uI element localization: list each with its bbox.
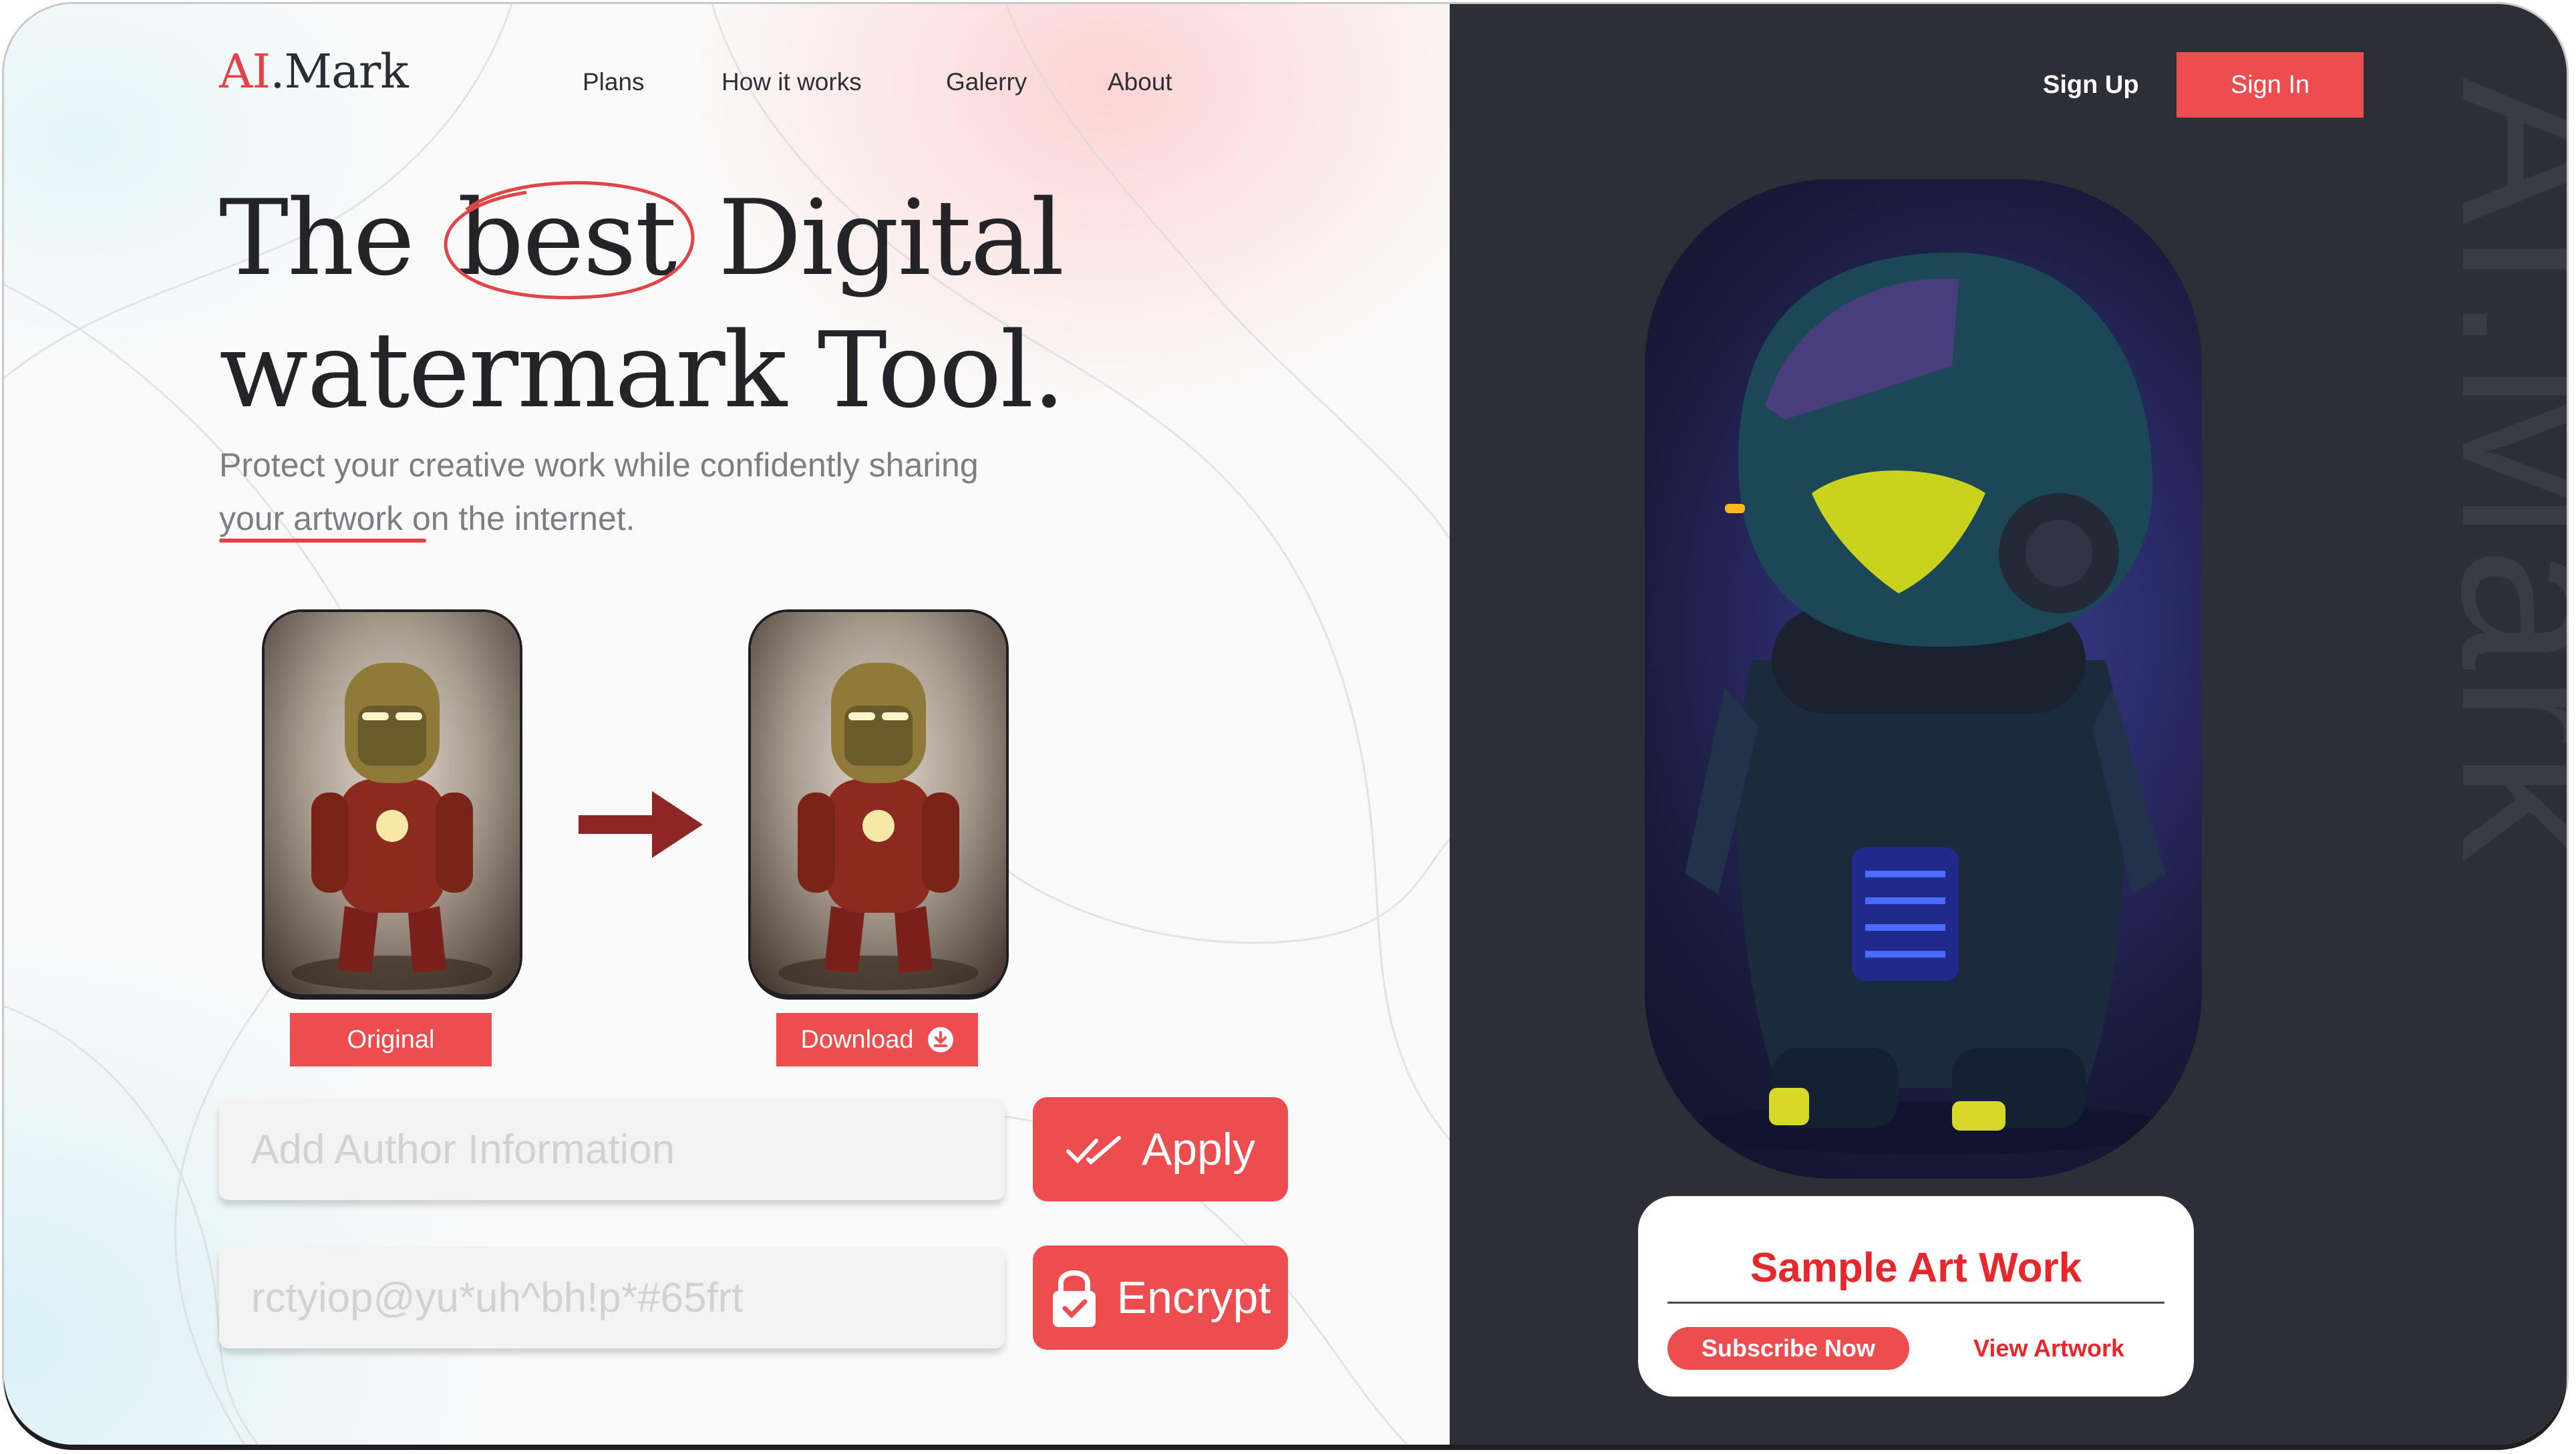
- subscribe-now-button[interactable]: Subscribe Now: [1667, 1327, 1909, 1370]
- hero-word-digital: Digital: [717, 177, 1064, 299]
- hero-word-the: The: [219, 177, 415, 299]
- encryption-key-input[interactable]: [219, 1247, 1005, 1348]
- hero-title-line1: The best Digital: [219, 177, 1064, 299]
- hero-title-line2: watermark Tool.: [219, 309, 1066, 431]
- hero-subtitle-line2: your artwork on the internet.: [219, 500, 635, 537]
- hero-subtitle-line1: Protect your creative work while confide…: [219, 446, 979, 484]
- original-label: Original: [290, 1013, 492, 1066]
- apply-label: Apply: [1141, 1124, 1256, 1175]
- logo[interactable]: AI.Mark: [219, 44, 409, 99]
- subscribe-label: Subscribe Now: [1701, 1334, 1876, 1362]
- sample-art-card: Sample Art Work Subscribe Now View Artwo…: [1638, 1196, 2194, 1397]
- download-circle-icon: [927, 1027, 953, 1052]
- logo-ai: AI: [219, 44, 271, 99]
- double-check-icon: [1066, 1136, 1121, 1165]
- sign-in-button[interactable]: Sign In: [2177, 52, 2364, 118]
- apply-button[interactable]: Apply: [1033, 1097, 1288, 1201]
- sample-artwork-image[interactable]: [1645, 179, 2202, 1179]
- subtitle-underline: [219, 539, 426, 543]
- hero-subtitle: Protect your creative work while confide…: [219, 438, 1088, 545]
- nav-about[interactable]: About: [1108, 68, 1172, 96]
- view-artwork-label: View Artwork: [1973, 1334, 2125, 1362]
- hero-word-best: best: [444, 181, 695, 299]
- nav-gallery[interactable]: Galerry: [946, 68, 1027, 96]
- lock-check-icon: [1052, 1270, 1096, 1327]
- view-artwork-link[interactable]: View Artwork: [1939, 1327, 2159, 1370]
- original-label-text: Original: [347, 1025, 435, 1054]
- arrow-right-icon: [579, 791, 703, 858]
- circle-highlight-icon: [444, 181, 695, 299]
- sign-in-label: Sign In: [2230, 70, 2310, 99]
- sample-title: Sample Art Work: [1750, 1245, 2082, 1291]
- encrypt-button[interactable]: Encrypt: [1033, 1246, 1288, 1350]
- sign-up-link[interactable]: Sign Up: [2043, 71, 2139, 100]
- app-window: AI.Mark Plans How it works Galerry About…: [4, 4, 2567, 1445]
- robot-figure-icon: [292, 663, 492, 990]
- sample-divider: [1667, 1302, 2164, 1304]
- download-button[interactable]: Download: [776, 1013, 978, 1066]
- download-label-text: Download: [800, 1025, 914, 1054]
- nav-plans[interactable]: Plans: [583, 68, 645, 96]
- robot-figure-icon: [778, 663, 979, 990]
- encrypt-label: Encrypt: [1116, 1272, 1271, 1323]
- vertical-watermark: AI.Mark: [2416, 78, 2567, 865]
- author-info-input[interactable]: [219, 1099, 1005, 1200]
- watermarked-image[interactable]: [751, 612, 1006, 994]
- logo-mark: .Mark: [270, 44, 409, 99]
- original-image[interactable]: [265, 612, 520, 994]
- nav-how-it-works[interactable]: How it works: [721, 68, 862, 96]
- cyber-penguin-figure-icon: [1685, 253, 2172, 1155]
